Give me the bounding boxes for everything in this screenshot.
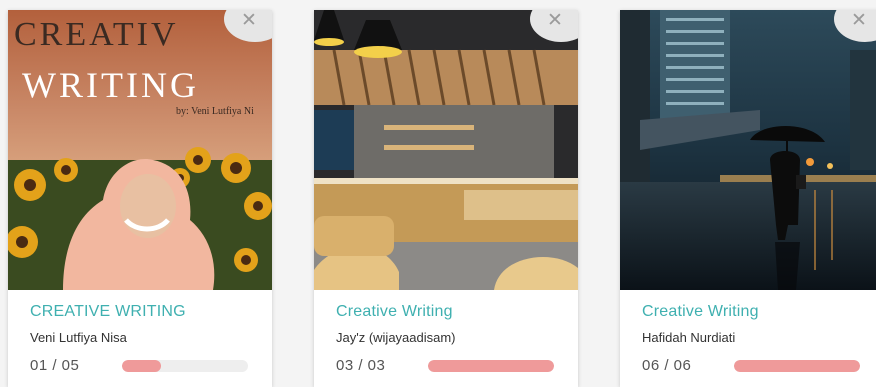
cover-title-line2: WRITING bbox=[22, 65, 199, 105]
writing-card[interactable]: CREATIV WRITING by: Veni Lutfiya Ni ✕ CR… bbox=[8, 10, 272, 387]
chapter-count: 03 / 03 bbox=[336, 357, 386, 374]
progress-row: 06 / 06 bbox=[642, 357, 860, 374]
card-cover-image[interactable] bbox=[620, 10, 876, 290]
card-title[interactable]: CREATIVE WRITING bbox=[30, 303, 250, 321]
progress-bar bbox=[428, 359, 554, 372]
close-x-icon: ✕ bbox=[547, 10, 563, 31]
cover-art bbox=[314, 10, 578, 290]
progress-bar-fill bbox=[428, 359, 554, 372]
progress-row: 01 / 05 bbox=[30, 357, 250, 374]
card-author: Veni Lutfiya Nisa bbox=[30, 330, 127, 345]
cover-art bbox=[620, 10, 876, 290]
chapter-count: 01 / 05 bbox=[30, 357, 80, 374]
cover-title-line1: CREATIV bbox=[14, 16, 179, 53]
card-title[interactable]: Creative Writing bbox=[642, 303, 860, 321]
close-x-icon: ✕ bbox=[851, 10, 867, 31]
writing-cards-list: CREATIV WRITING by: Veni Lutfiya Ni ✕ CR… bbox=[0, 0, 876, 387]
card-info: Creative Writing Jay'z (wijayaadisam) 03… bbox=[314, 290, 578, 387]
card-cover-image[interactable]: CREATIV WRITING by: Veni Lutfiya Ni bbox=[8, 10, 272, 290]
card-info: CREATIVE WRITING Veni Lutfiya Nisa 01 / … bbox=[8, 290, 272, 387]
progress-bar bbox=[122, 359, 248, 372]
writing-card[interactable]: ✕ Creative Writing Hafidah Nurdiati 06 /… bbox=[620, 10, 876, 387]
card-author: Hafidah Nurdiati bbox=[642, 330, 736, 345]
card-author: Jay'z (wijayaadisam) bbox=[336, 330, 456, 345]
writing-card[interactable]: ✕ Creative Writing Jay'z (wijayaadisam) … bbox=[314, 10, 578, 387]
card-title[interactable]: Creative Writing bbox=[336, 303, 556, 321]
card-info: Creative Writing Hafidah Nurdiati 06 / 0… bbox=[620, 290, 876, 387]
progress-bar-fill bbox=[734, 359, 860, 372]
progress-bar bbox=[734, 359, 860, 372]
close-x-icon: ✕ bbox=[241, 10, 257, 31]
cover-byline: by: Veni Lutfiya Ni bbox=[176, 106, 254, 117]
progress-row: 03 / 03 bbox=[336, 357, 556, 374]
card-cover-image[interactable] bbox=[314, 10, 578, 290]
progress-bar-fill bbox=[122, 359, 162, 372]
chapter-count: 06 / 06 bbox=[642, 357, 692, 374]
